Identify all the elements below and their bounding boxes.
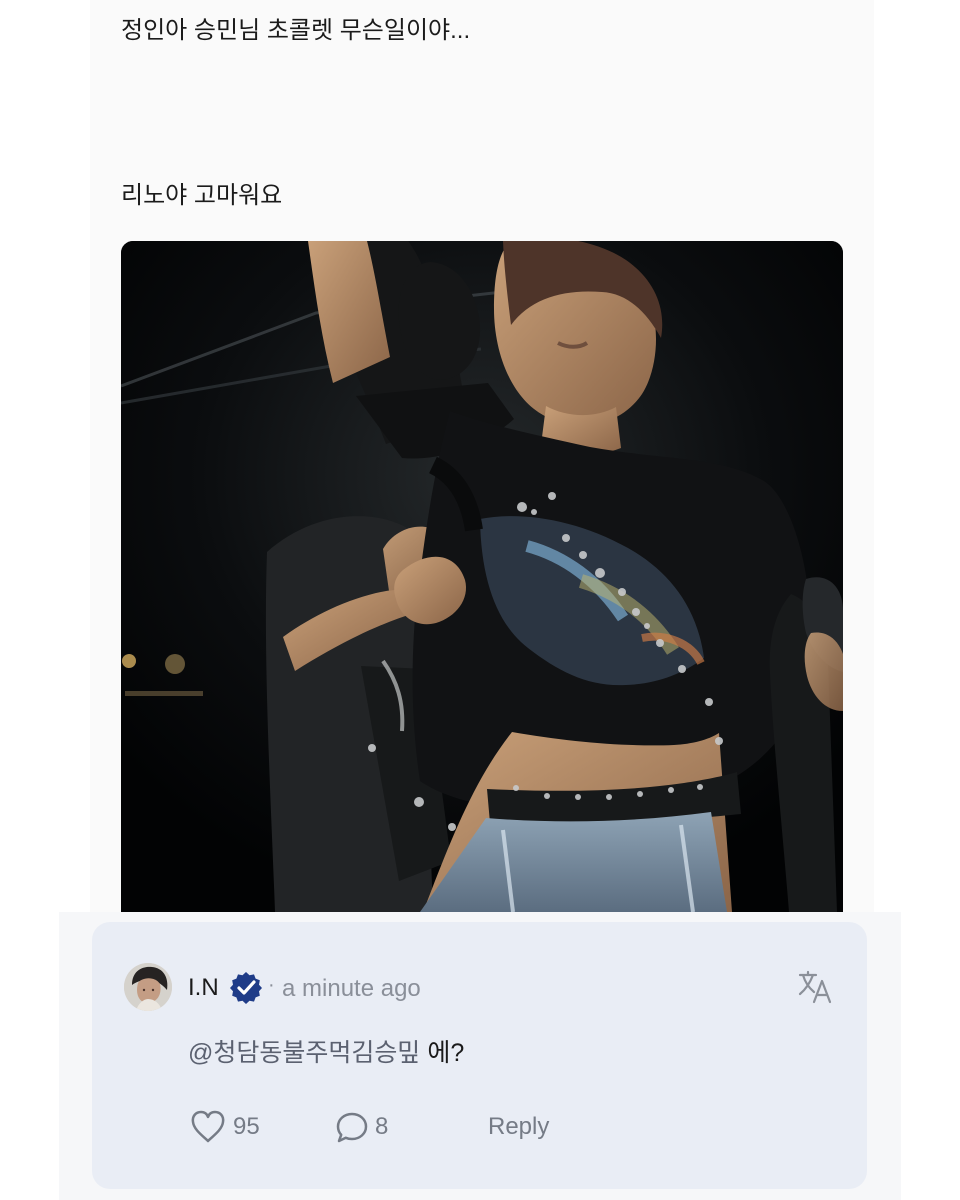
post-card: 정인아 승민님 초콜렛 무슨일이야... 리노야 고마워요	[90, 0, 874, 912]
comment-text: @청담동불주먹김승밒 에?	[188, 1033, 464, 1069]
translate-icon[interactable]	[796, 968, 834, 1006]
heart-icon[interactable]	[190, 1110, 226, 1144]
comment-body: 에?	[427, 1039, 465, 1067]
meta-separator: ·	[268, 974, 275, 996]
reply-count: 8	[375, 1113, 389, 1140]
comment-actions: 95 8 Reply	[190, 1108, 610, 1144]
like-count: 95	[233, 1113, 260, 1140]
post-text-line-1: 정인아 승민님 초콜렛 무슨일이야...	[121, 17, 471, 44]
post-photo[interactable]	[121, 241, 843, 912]
reply-button[interactable]: Reply	[488, 1113, 549, 1141]
avatar[interactable]	[124, 963, 172, 1011]
comment-author[interactable]: I.N	[188, 974, 219, 1002]
comment-time: a minute ago	[282, 975, 421, 1002]
comment-bubble-icon[interactable]	[334, 1110, 370, 1144]
comment-card: I.N · a minute ago @청담동불주먹김승밒 에? 95 8 Re…	[92, 922, 867, 1189]
verified-badge-icon	[229, 970, 263, 1004]
comment-mention[interactable]: @청담동불주먹김승밒	[188, 1039, 420, 1067]
page: 정인아 승민님 초콜렛 무슨일이야... 리노야 고마워요 I.N · a mi…	[0, 0, 960, 1200]
post-text-line-2: 리노야 고마워요	[121, 182, 283, 209]
